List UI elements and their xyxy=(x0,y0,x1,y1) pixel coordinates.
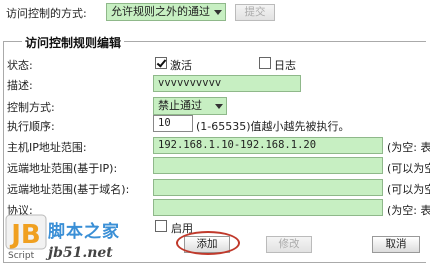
modify-button[interactable]: 修改 xyxy=(266,236,312,253)
brand-text: 脚本之家 xyxy=(48,222,120,242)
svg-text:JB: JB xyxy=(9,220,41,250)
access-mode-label: 访问控制的方式: xyxy=(6,7,87,20)
cancel-button[interactable]: 取消 xyxy=(372,236,420,253)
status-label: 状态: xyxy=(7,59,33,72)
order-hint: (1-65535)值越小越先被执行。 xyxy=(196,120,350,133)
method-value: 禁止通过 xyxy=(158,99,202,112)
order-input[interactable]: 10 xyxy=(153,115,193,132)
remote-domain-hint: (可以为空 xyxy=(387,183,430,196)
remote-ip-hint: (可以为空 xyxy=(387,162,430,175)
access-mode-select[interactable]: 允许规则之外的通过 xyxy=(106,3,226,21)
protocol-input[interactable] xyxy=(153,199,383,216)
jb51-watermark: JB Script 脚本之家 jb51.net xyxy=(0,211,160,266)
submit-button[interactable]: 提交 xyxy=(235,4,275,21)
remote-ip-input[interactable] xyxy=(153,157,383,174)
host-ip-hint: (为空: 表 xyxy=(387,141,430,154)
host-ip-label: 主机IP地址范围: xyxy=(7,141,87,154)
script-text: Script xyxy=(8,251,35,261)
description-input[interactable]: vvvvvvvvvv xyxy=(153,75,301,92)
enabled-checkbox[interactable] xyxy=(155,57,167,69)
highlight-circle xyxy=(176,231,240,255)
order-label: 执行顺序: xyxy=(7,120,55,133)
description-label: 描述: xyxy=(7,79,33,92)
protocol-hint: (为空: 表 xyxy=(387,204,430,217)
remote-ip-label: 远端地址范围(基于IP): xyxy=(7,162,118,175)
method-label: 控制方式: xyxy=(7,101,55,114)
chevron-down-icon xyxy=(215,104,223,109)
method-select[interactable]: 禁止通过 xyxy=(153,97,227,115)
log-checkbox[interactable] xyxy=(259,57,271,69)
rule-editor-title: 访问控制规则编辑 xyxy=(22,34,125,51)
chevron-down-icon xyxy=(214,10,222,15)
remote-domain-label: 远端地址范围(基于域名): xyxy=(7,183,130,196)
checkmark-icon xyxy=(156,57,167,68)
log-label: 日志 xyxy=(274,59,296,72)
url-text: jb51.net xyxy=(48,245,113,261)
host-ip-input[interactable]: 192.168.1.10-192.168.1.20 xyxy=(153,137,383,154)
remote-domain-input[interactable] xyxy=(153,179,383,196)
access-mode-value: 允许规则之外的通过 xyxy=(111,5,210,18)
enabled-label: 激活 xyxy=(170,59,192,72)
